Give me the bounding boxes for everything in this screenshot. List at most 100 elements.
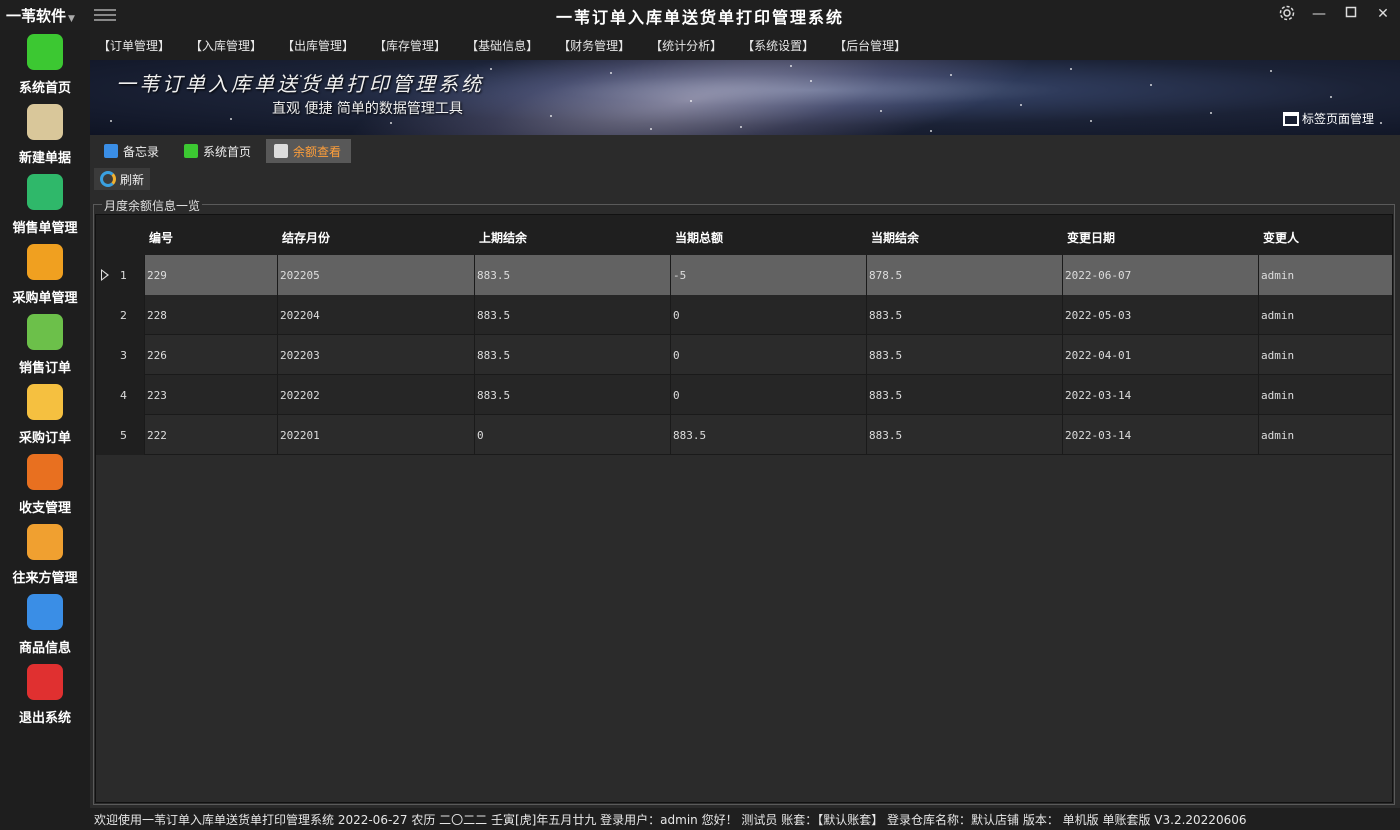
menu-item-8[interactable]: 【系统设置】 xyxy=(742,37,814,54)
table-cell[interactable]: 2022-05-03 xyxy=(1062,295,1258,335)
menu-item-3[interactable]: 【出库管理】 xyxy=(282,37,354,54)
table-cell[interactable]: 222 xyxy=(144,415,277,455)
row-number: 1 xyxy=(120,269,127,282)
table-cell[interactable]: 883.5 xyxy=(866,375,1062,415)
table-cell[interactable]: 883.5 xyxy=(866,335,1062,375)
menu-item-4[interactable]: 【库存管理】 xyxy=(374,37,446,54)
column-header[interactable]: 变更人 xyxy=(1263,229,1299,246)
close-icon[interactable]: ✕ xyxy=(1374,4,1392,24)
star-decoration xyxy=(690,100,692,102)
column-header[interactable]: 当期结余 xyxy=(871,229,919,246)
table-cell[interactable]: 883.5 xyxy=(866,415,1062,455)
table-cell[interactable]: admin xyxy=(1258,415,1392,455)
refresh-button[interactable]: 刷新 xyxy=(94,168,151,190)
menu-item-5[interactable]: 【基础信息】 xyxy=(466,37,538,54)
table-cell[interactable]: admin xyxy=(1258,295,1392,335)
table-cell[interactable]: admin xyxy=(1258,375,1392,415)
minimize-icon[interactable]: — xyxy=(1310,4,1328,24)
star-decoration xyxy=(110,120,112,122)
sidebar-item-2[interactable]: 新建单据 xyxy=(0,100,90,170)
sidebar-item-4[interactable]: 采购单管理 xyxy=(0,240,90,310)
table-row[interactable]: 2 228 202204 883.5 0 883.5 2022-05-03 admin xyxy=(96,295,1392,335)
banner: 一苇订单入库单送货单打印管理系统 直观 便捷 简单的数据管理工具 标签页面管理 xyxy=(90,60,1400,135)
menu-item-1[interactable]: 【订单管理】 xyxy=(98,37,170,54)
table-cell[interactable]: 202202 xyxy=(277,375,474,415)
table-cell[interactable]: admin xyxy=(1258,335,1392,375)
star-decoration xyxy=(1330,96,1332,98)
ledger-icon xyxy=(274,144,288,158)
table-cell[interactable]: 226 xyxy=(144,335,277,375)
table-cell[interactable]: 202204 xyxy=(277,295,474,335)
table-cell[interactable]: 878.5 xyxy=(866,255,1062,295)
layers-plus-icon xyxy=(27,104,63,140)
table-cell[interactable]: admin xyxy=(1258,255,1392,295)
table-cell[interactable]: 0 xyxy=(670,375,866,415)
sidebar-item-5[interactable]: 销售订单 xyxy=(0,310,90,380)
table-cell[interactable]: 0 xyxy=(474,415,670,455)
table-cell[interactable]: 883.5 xyxy=(474,375,670,415)
sidebar-item-1[interactable]: 系统首页 xyxy=(0,30,90,100)
sidebar-item-10[interactable]: 退出系统 xyxy=(0,660,90,730)
table-cell[interactable]: 883.5 xyxy=(474,335,670,375)
sidebar-item-8[interactable]: 往来方管理 xyxy=(0,520,90,590)
table-cell[interactable]: -5 xyxy=(670,255,866,295)
tab-manager-label: 标签页面管理 xyxy=(1301,112,1374,126)
sidebar-item-3[interactable]: 销售单管理 xyxy=(0,170,90,240)
column-header[interactable]: 结存月份 xyxy=(282,229,330,246)
table-row[interactable]: 1 229 202205 883.5 -5 878.5 2022-06-07 admin xyxy=(96,255,1392,295)
table-cell[interactable]: 202201 xyxy=(277,415,474,455)
grid-header: 编号 结存月份 上期结余 当期总额 当期结余 变更日期 变更人 xyxy=(96,215,1392,255)
green-cube-icon xyxy=(184,144,198,158)
window-controls: — ✕ xyxy=(1278,4,1392,24)
title-bar: 一苇软件 ▼ 一苇订单入库单送货单打印管理系统 — ✕ xyxy=(0,0,1400,30)
sidebar-item-label: 往来方管理 xyxy=(12,571,78,586)
star-decoration xyxy=(1210,112,1212,114)
table-cell[interactable]: 228 xyxy=(144,295,277,335)
menu-item-2[interactable]: 【入库管理】 xyxy=(190,37,262,54)
star-decoration xyxy=(1270,70,1272,72)
menu-item-6[interactable]: 【财务管理】 xyxy=(558,37,630,54)
star-decoration xyxy=(1070,68,1072,70)
banner-title: 一苇订单入库单送货单打印管理系统 xyxy=(116,72,484,96)
table-cell[interactable]: 2022-03-14 xyxy=(1062,415,1258,455)
tab-1[interactable]: 备忘录 xyxy=(96,139,169,163)
table-cell[interactable]: 0 xyxy=(670,295,866,335)
column-header[interactable]: 编号 xyxy=(149,229,173,246)
tab-label: 备忘录 xyxy=(123,144,160,159)
table-cell[interactable]: 883.5 xyxy=(866,295,1062,335)
tab-3[interactable]: 余额查看 xyxy=(266,139,352,163)
dots-chat-icon xyxy=(27,384,63,420)
table-cell[interactable]: 223 xyxy=(144,375,277,415)
balance-grid[interactable]: 编号 结存月份 上期结余 当期总额 当期结余 变更日期 变更人 1 229 202205 883.… xyxy=(95,214,1393,803)
sidebar-item-7[interactable]: 收支管理 xyxy=(0,450,90,520)
group-title: 月度余额信息一览 xyxy=(102,197,203,214)
table-row[interactable]: 5 222 202201 0 883.5 883.5 2022-03-14 admin xyxy=(96,415,1392,455)
table-cell[interactable]: 229 xyxy=(144,255,277,295)
settings-gear-icon[interactable] xyxy=(1278,4,1296,24)
sidebar-item-6[interactable]: 采购订单 xyxy=(0,380,90,450)
star-decoration xyxy=(610,72,612,74)
menu-item-9[interactable]: 【后台管理】 xyxy=(834,37,906,54)
table-cell[interactable]: 2022-06-07 xyxy=(1062,255,1258,295)
tab-2[interactable]: 系统首页 xyxy=(176,139,261,163)
table-cell[interactable]: 883.5 xyxy=(474,255,670,295)
table-row[interactable]: 4 223 202202 883.5 0 883.5 2022-03-14 admin xyxy=(96,375,1392,415)
table-cell[interactable]: 2022-04-01 xyxy=(1062,335,1258,375)
sidebar-item-9[interactable]: 商品信息 xyxy=(0,590,90,660)
banner-subtitle: 直观 便捷 简单的数据管理工具 xyxy=(272,101,463,117)
table-cell[interactable]: 202203 xyxy=(277,335,474,375)
table-cell[interactable]: 883.5 xyxy=(670,415,866,455)
table-cell[interactable]: 0 xyxy=(670,335,866,375)
table-row[interactable]: 3 226 202203 883.5 0 883.5 2022-04-01 admin xyxy=(96,335,1392,375)
star-decoration xyxy=(880,110,882,112)
column-header[interactable]: 当期总额 xyxy=(675,229,723,246)
table-cell[interactable]: 2022-03-14 xyxy=(1062,375,1258,415)
table-cell[interactable]: 883.5 xyxy=(474,295,670,335)
table-cell[interactable]: 202205 xyxy=(277,255,474,295)
menu-item-7[interactable]: 【统计分析】 xyxy=(650,37,722,54)
column-header[interactable]: 变更日期 xyxy=(1067,229,1115,246)
tab-manager-button[interactable]: 标签页面管理 xyxy=(1282,110,1374,127)
menu-bar: 【订单管理】 【入库管理】 【出库管理】 【库存管理】 【基础信息】 【财务管理】 【统计分… xyxy=(90,30,1400,60)
maximize-icon[interactable] xyxy=(1342,4,1360,24)
column-header[interactable]: 上期结余 xyxy=(479,229,527,246)
